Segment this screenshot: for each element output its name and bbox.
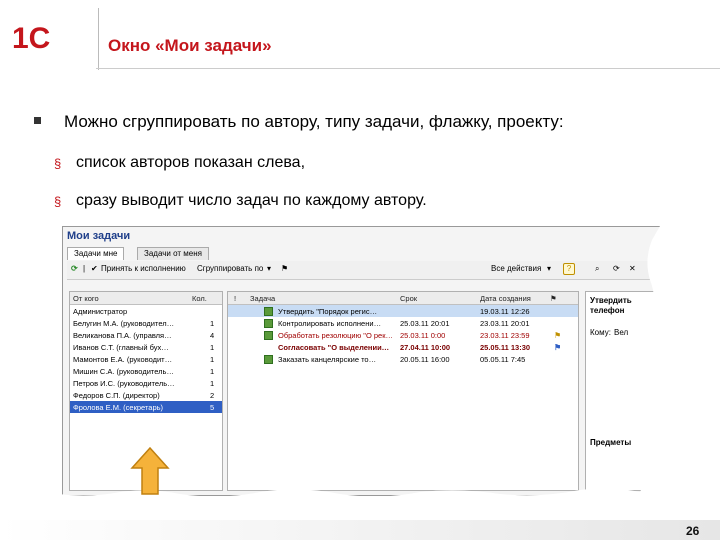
task-row[interactable]: Обработать резолюцию "О рек… 25.03.11 0:…: [228, 329, 578, 341]
1c-logo: 1С: [10, 18, 78, 56]
preview-to-label: Кому:: [590, 328, 611, 337]
footer-bar: [0, 520, 720, 540]
accept-button[interactable]: Принять к исполнению: [101, 264, 186, 273]
author-row[interactable]: Иванов С.Т. (главный бух… 1: [70, 341, 222, 353]
author-row[interactable]: Петров И.С. (руководитель… 1: [70, 377, 222, 389]
author-row[interactable]: Федоров С.П. (директор) 2: [70, 389, 222, 401]
window-title: Мои задачи: [67, 230, 131, 242]
sub-bullet-marker-icon: §: [54, 156, 62, 171]
preview-title: Утвердить: [590, 296, 632, 305]
author-row[interactable]: Мишин С.А. (руководитель… 1: [70, 365, 222, 377]
sub-bullet-marker-icon: §: [54, 194, 62, 209]
tasks-list: ! Задача Срок Дата создания ⚑ Утвердить …: [227, 291, 579, 491]
column-header-from[interactable]: От кого: [73, 294, 99, 303]
task-preview-panel: Утвердить телефон Кому: Вел Предметы: [585, 291, 661, 491]
group-by-button[interactable]: Сгруппировать по: [197, 264, 263, 273]
flag-column-icon[interactable]: ⚑: [550, 294, 557, 303]
page-number: 26: [686, 524, 700, 538]
sub-bullet-text: список авторов показан слева,: [76, 154, 306, 171]
column-header-created[interactable]: Дата создания: [480, 294, 531, 303]
flag-icon: ⚑: [554, 331, 562, 340]
accept-icon: ✔: [91, 264, 98, 273]
chevron-down-icon[interactable]: ▾: [267, 264, 271, 273]
close-icon[interactable]: ✕: [629, 264, 636, 273]
column-header-due[interactable]: Срок: [400, 294, 417, 303]
preview-subtitle: телефон: [590, 306, 625, 315]
author-row[interactable]: Великанова П.А. (управля… 4: [70, 329, 222, 341]
column-header-flag[interactable]: !: [234, 294, 236, 303]
slide-title: Окно «Мои задачи»: [108, 36, 272, 55]
preview-subjects: Предметы: [590, 438, 632, 447]
logo-text: 1С: [12, 22, 50, 55]
divider-icon: |: [83, 264, 86, 273]
header-divider: [98, 8, 99, 70]
toolbar: ⟳ | ✔ Принять к исполнению Сгруппировать…: [67, 261, 657, 280]
task-icon: [264, 307, 273, 316]
author-row[interactable]: Мамонтов Е.А. (руководит… 1: [70, 353, 222, 365]
tasks-header: ! Задача Срок Дата создания ⚑: [228, 292, 578, 305]
column-header-count[interactable]: Кол.: [192, 294, 207, 303]
authors-header: От кого Кол.: [70, 292, 222, 305]
up-arrow-icon: [130, 446, 170, 495]
title-underline: [96, 68, 720, 69]
task-row[interactable]: Заказать канцелярские то… 20.05.11 16:00…: [228, 353, 578, 365]
flag-icon[interactable]: ⚑: [281, 264, 288, 273]
author-row-selected[interactable]: Фролова Е.М. (секретарь) 5: [70, 401, 222, 413]
task-icon: [264, 331, 273, 340]
tab-tasks-to-me[interactable]: Задачи мне: [67, 247, 125, 260]
sub-bullet-text: сразу выводит число задач по каждому авт…: [76, 192, 427, 209]
flag-icon: ⚑: [554, 343, 562, 352]
author-row[interactable]: Администратор: [70, 305, 222, 317]
task-row[interactable]: Контролировать исполнени… 25.03.11 20:01…: [228, 317, 578, 329]
main-bullet-text: Можно сгруппировать по автору, типу зада…: [64, 112, 564, 131]
help-icon[interactable]: ?: [563, 263, 575, 275]
task-icon: [264, 355, 273, 364]
refresh-icon[interactable]: ⟳: [71, 264, 78, 273]
chevron-down-icon[interactable]: ▾: [547, 264, 551, 273]
all-actions-button[interactable]: Все действия: [491, 264, 541, 273]
refresh-icon[interactable]: ⟳: [613, 264, 620, 273]
search-icon[interactable]: ⌕: [595, 264, 599, 274]
author-row[interactable]: Белугин М.А. (руководител… 1: [70, 317, 222, 329]
task-icon: [264, 319, 273, 328]
task-row[interactable]: Утвердить "Порядок регис… 19.03.11 12:26: [228, 305, 578, 317]
column-header-task[interactable]: Задача: [250, 294, 275, 303]
bullet-square-icon: [34, 117, 41, 124]
task-row[interactable]: Согласовать "О выделении… 27.04.11 10:00…: [228, 341, 578, 353]
tab-tasks-from-me[interactable]: Задачи от меня: [137, 247, 209, 260]
preview-to-value[interactable]: Вел: [614, 328, 628, 337]
